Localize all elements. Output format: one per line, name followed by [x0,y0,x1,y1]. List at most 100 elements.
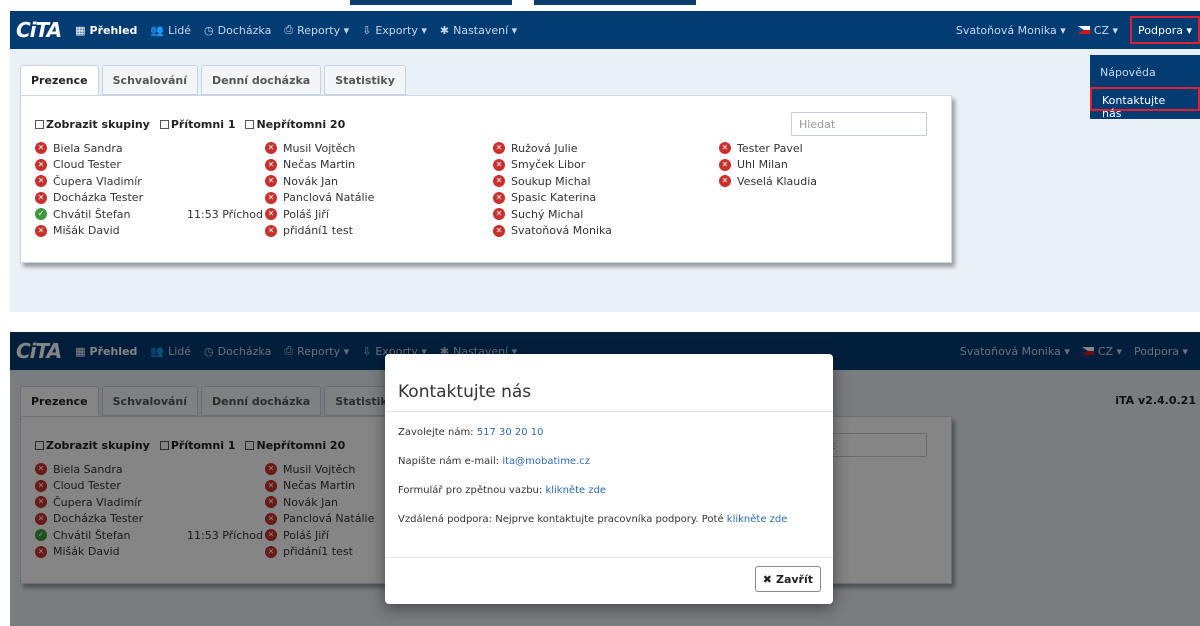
screenshot-panel-dropdown: CiTA ▦ Přehled 👥 Lidé ◷ Docházka ⎙ Reporty ▾ ⇩ Exp… [10,11,1200,312]
person-row[interactable]: ✓ Chvátil Štefan 11:53 Příchod [35,206,263,223]
person-row[interactable]: ✕ Mišák David [35,223,143,240]
top-tab-marker [350,0,512,5]
person-name: Docházka Tester [53,191,144,205]
person-name: Musil Vojtěch [283,141,356,155]
top-strip [0,0,1200,11]
modal-line: Vzdálená podpora: Nejprve kontaktujte pr… [398,514,787,525]
person-column: ✕ Tester Pavel ✕ Uhl Milan ✕ Veselá Klaudia [719,140,817,190]
tab-0[interactable]: Prezence [20,65,99,95]
x-circle-icon: ✕ [35,224,47,237]
person-name: Suchý Michal [511,207,584,221]
x-circle-icon: ✕ [493,158,505,171]
modal-divider [385,557,833,558]
app-logo[interactable]: CiTA [16,18,62,42]
person-row[interactable]: ✕ Tester Pavel [719,140,817,157]
tab-bar: Prezence Schvalování Denní docházka Statist… [20,65,406,95]
person-row[interactable]: ✕ Poláš Jiří [265,206,374,223]
person-name: Mišák David [53,224,120,238]
person-row[interactable]: ✕ Soukup Michal [493,173,612,190]
nav-item-2[interactable]: ◷ Docházka [204,24,271,37]
support-menu[interactable]: Podpora ▾ [1130,16,1200,44]
nav-item-4[interactable]: ⇩ Exporty ▾ [362,24,427,37]
person-row[interactable]: ✕ Suchý Michal [493,206,612,223]
person-row[interactable]: ✕ Spasic Katerina [493,190,612,207]
top-navbar: CiTA ▦ Přehled 👥 Lidé ◷ Docházka ⎙ Reporty ▾ ⇩ Exp… [10,11,1200,49]
present-checkbox[interactable]: Přítomni 1 [159,118,235,131]
grid-icon: ▦ [75,23,86,37]
person-name: Soukup Michal [511,174,591,188]
modal-title: Kontaktujte nás [398,382,532,402]
contact-menu-item[interactable]: Kontaktujte nás [1090,87,1200,120]
nav-item-label: Nastavení ▾ [453,23,518,37]
person-row[interactable]: ✕ přidání1 test [265,223,374,240]
person-column: ✕ Biela Sandra ✕ Cloud Tester ✕ Čupera Vladim… [35,140,263,240]
tab-2[interactable]: Denní docházka [201,65,322,95]
user-menu[interactable]: Svatoňová Monika ▾ [956,24,1066,37]
remote-support-link[interactable]: klikněte zde [727,514,788,525]
x-circle-icon: ✕ [493,208,505,221]
show-groups-checkbox[interactable]: Zobrazit skupiny [35,118,150,131]
person-row[interactable]: ✕ Panclová Natálie [265,190,374,207]
checkbox-label: Nepřítomni 20 [256,118,346,131]
x-circle-icon: ✕ [35,191,47,204]
person-row[interactable]: ✕ Novák Jan [265,173,374,190]
x-circle-icon: ✕ [493,191,505,204]
nav-item-1[interactable]: 👥 Lidé [150,24,191,37]
modal-line: Formulář pro zpětnou vazbu: klikněte zde [398,485,606,496]
person-name: Panclová Natálie [283,191,375,205]
person-row[interactable]: ✕ Veselá Klaudia [719,173,817,190]
language-menu[interactable]: CZ ▾ [1077,23,1119,37]
arrival-time: 11:53 Příchod [187,207,263,221]
person-row[interactable]: ✕ Svatoňová Monika [493,223,612,240]
person-row[interactable]: ✕ Ružová Julie [493,140,612,157]
nav-right: Svatoňová Monika ▾ CZ ▾ Podpora ▾ [956,11,1200,49]
person-name: Spasic Katerina [511,191,597,205]
absent-checkbox[interactable]: Nepřítomni 20 [245,118,345,131]
close-label: Zavřít [775,572,813,586]
close-button[interactable]: ✖ Zavřít [754,566,821,592]
person-row[interactable]: ✕ Smyček Libor [493,157,612,174]
nav-item-0[interactable]: ▦ Přehled [75,24,137,37]
person-name: Svatoňová Monika [511,224,612,238]
person-row[interactable]: ✕ Čupera Vladimír [35,173,143,190]
tab-1[interactable]: Schvalování [101,65,199,95]
nav-item-5[interactable]: ✱ Nastavení ▾ [440,24,517,37]
person-name: Tester Pavel [737,141,803,155]
nav-item-label: Exporty ▾ [375,23,427,37]
person-name: Smyček Libor [511,158,586,172]
x-circle-icon: ✕ [265,175,277,188]
presence-card: Zobrazit skupiny Přítomni 1 Nepřítomni 20 H… [20,95,952,263]
person-row[interactable]: ✕ Nečas Martin [265,157,374,174]
person-row[interactable]: ✕ Biela Sandra [35,140,143,157]
x-circle-icon: ✕ [719,175,731,188]
person-column: ✕ Ružová Julie ✕ Smyček Libor ✕ Soukup Michal… [493,140,612,239]
modal-line-label: Zavolejte nám: [398,427,477,438]
nav-item-3[interactable]: ⎙ Reporty ▾ [284,23,349,37]
tab-3[interactable]: Statistiky [324,65,406,95]
top-tab-marker [534,0,696,5]
language-label: CZ ▾ [1093,23,1119,37]
person-name: Ružová Julie [511,141,578,155]
search-input[interactable]: Hledat [791,112,927,136]
person-name: Uhl Milan [737,158,788,172]
person-name: Veselá Klaudia [737,174,817,188]
person-row[interactable]: ✕ Musil Vojtěch [265,140,374,157]
email-link[interactable]: ita@mobatime.cz [502,456,590,467]
checkbox-label: Zobrazit skupiny [46,118,150,131]
czech-flag-icon [1077,26,1090,34]
x-circle-icon: ✕ [35,175,47,188]
x-circle-icon: ✕ [265,142,277,155]
nav-item-label: Docházka [217,23,272,37]
modal-line: Napište nám e-mail: ita@mobatime.cz [398,456,590,467]
people-icon: 👥 [150,23,165,37]
checkbox-icon [35,120,44,129]
x-circle-icon: ✕ [265,191,277,204]
person-row[interactable]: ✕ Docházka Tester [35,190,143,207]
feedback-link[interactable]: klikněte zde [545,485,606,496]
person-row[interactable]: ✕ Uhl Milan [719,157,817,174]
person-row[interactable]: ✕ Cloud Tester [35,157,143,174]
x-circle-icon: ✕ [35,158,47,171]
phone-link[interactable]: 517 30 20 10 [477,427,544,438]
person-name: Chvátil Štefan [53,207,131,221]
help-menu-item[interactable]: Nápověda [1090,61,1200,85]
